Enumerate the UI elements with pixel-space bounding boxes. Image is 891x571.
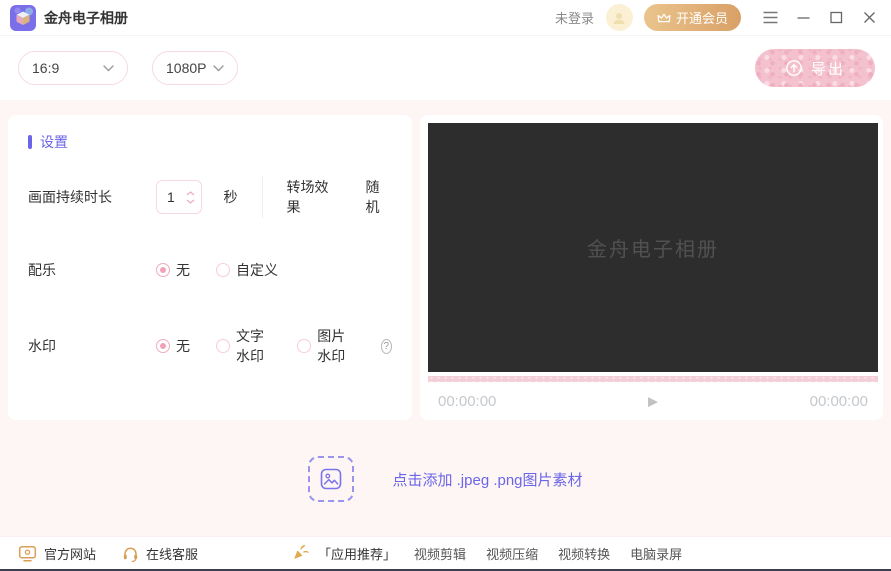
login-status[interactable]: 未登录	[555, 8, 594, 27]
resolution-value: 1080P	[166, 60, 207, 76]
music-option-custom[interactable]: 自定义	[216, 260, 278, 280]
user-avatar[interactable]	[605, 4, 633, 31]
resolution-select[interactable]: 1080P	[152, 51, 238, 85]
duration-label: 画面持续时长	[28, 189, 112, 205]
aspect-ratio-select[interactable]: 16:9	[18, 51, 128, 85]
music-option-none[interactable]: 无	[156, 260, 190, 280]
settings-title: 设置	[40, 134, 68, 150]
stepper-up-icon	[186, 190, 194, 195]
duration-unit: 秒	[223, 189, 238, 205]
preview-panel: 金舟电子相册 00:00:00 ▶ 00:00:00	[420, 115, 883, 420]
radio-checked-icon	[156, 339, 170, 353]
recommend-links: 视频剪辑 视频压缩 视频转换 电脑录屏	[414, 544, 682, 563]
help-icon[interactable]: ?	[380, 338, 392, 354]
music-row: 配乐 无 自定义	[28, 260, 392, 280]
duration-stepper[interactable]	[186, 190, 201, 204]
video-preview: 金舟电子相册	[428, 123, 878, 372]
export-button[interactable]: 导出	[755, 49, 875, 87]
settings-panel: 设置 画面持续时长 1 秒 转场效果 随机 配乐 无 自定义 水印 无 文字水印…	[8, 115, 412, 420]
play-icon[interactable]: ▶	[648, 395, 658, 408]
playback-controls: 00:00:00 ▶ 00:00:00	[428, 382, 878, 420]
recommend-title: 「应用推荐」	[318, 546, 397, 562]
official-website-link[interactable]: 官方网站	[18, 544, 96, 563]
open-vip-button[interactable]: 开通会员	[643, 4, 741, 31]
section-marker	[28, 135, 32, 149]
app-logo-icon	[10, 4, 36, 31]
toolbar: 16:9 1080P 导出	[0, 36, 891, 100]
online-support-label: 在线客服	[146, 546, 199, 562]
avatar-placeholder-icon	[613, 12, 625, 24]
close-icon[interactable]	[861, 10, 877, 26]
radio-unchecked-icon	[216, 263, 230, 277]
stepper-down-icon	[186, 199, 194, 204]
vip-button-label: 开通会员	[675, 11, 728, 26]
add-media-hint[interactable]: 点击添加 .jpeg .png图片素材	[392, 469, 582, 490]
link-screen-record[interactable]: 电脑录屏	[630, 544, 682, 563]
crown-icon	[657, 13, 671, 22]
duration-value: 1	[167, 189, 175, 205]
upload-icon	[786, 60, 802, 76]
video-placeholder-text: 金舟电子相册	[587, 239, 719, 261]
radio-label: 自定义	[236, 262, 278, 278]
watermark-label: 水印	[28, 338, 56, 354]
app-recommend-group: 「应用推荐」 视频剪辑 视频压缩 视频转换 电脑录屏	[290, 543, 682, 563]
duration-input[interactable]: 1	[156, 180, 202, 214]
main-area: 设置 画面持续时长 1 秒 转场效果 随机 配乐 无 自定义 水印 无 文字水印…	[0, 100, 891, 420]
radio-checked-icon	[156, 263, 170, 277]
duration-row: 画面持续时长 1 秒 转场效果 随机	[28, 176, 392, 218]
settings-header: 设置	[28, 132, 392, 152]
radio-label: 无	[176, 338, 190, 354]
aspect-ratio-value: 16:9	[32, 60, 60, 76]
export-label: 导出	[810, 60, 845, 78]
watermark-option-none[interactable]: 无	[156, 336, 190, 356]
monitor-icon	[18, 545, 37, 562]
online-support-link[interactable]: 在线客服	[122, 544, 198, 563]
radio-label: 文字水印	[236, 328, 264, 364]
footer-bar: 官方网站 在线客服 「应用推荐」 视频剪辑 视频压缩 视频转换 电脑录屏	[0, 536, 891, 569]
minimize-icon[interactable]	[795, 10, 811, 26]
chevron-down-icon	[213, 64, 224, 71]
current-time: 00:00:00	[438, 392, 497, 410]
app-title: 金舟电子相册	[44, 9, 128, 26]
radio-unchecked-icon	[216, 339, 230, 353]
add-media-section: 点击添加 .jpeg .png图片素材	[0, 456, 891, 502]
chevron-down-icon	[103, 64, 114, 71]
radio-unchecked-icon	[297, 339, 312, 353]
add-image-button[interactable]	[308, 456, 355, 502]
menu-icon[interactable]	[762, 10, 778, 26]
transition-label: 转场效果	[286, 179, 329, 215]
link-video-compress[interactable]: 视频压缩	[486, 544, 538, 563]
music-label: 配乐	[28, 262, 56, 278]
radio-label: 无	[176, 262, 190, 278]
watermark-row: 水印 无 文字水印 图片水印 ?	[28, 326, 392, 366]
link-video-convert[interactable]: 视频转换	[558, 544, 610, 563]
watermark-option-text[interactable]: 文字水印	[216, 326, 271, 366]
image-icon	[321, 468, 342, 490]
total-time: 00:00:00	[809, 392, 868, 410]
divider	[261, 176, 263, 218]
transition-value[interactable]: 随机	[366, 177, 393, 217]
headset-icon	[123, 547, 138, 562]
megaphone-icon	[294, 544, 309, 559]
maximize-icon[interactable]	[828, 10, 844, 26]
titlebar: 金舟电子相册 未登录 开通会员	[0, 0, 891, 36]
official-website-label: 官方网站	[44, 546, 97, 562]
link-video-edit[interactable]: 视频剪辑	[414, 544, 466, 563]
watermark-option-image[interactable]: 图片水印	[297, 326, 352, 366]
radio-label: 图片水印	[317, 328, 346, 364]
